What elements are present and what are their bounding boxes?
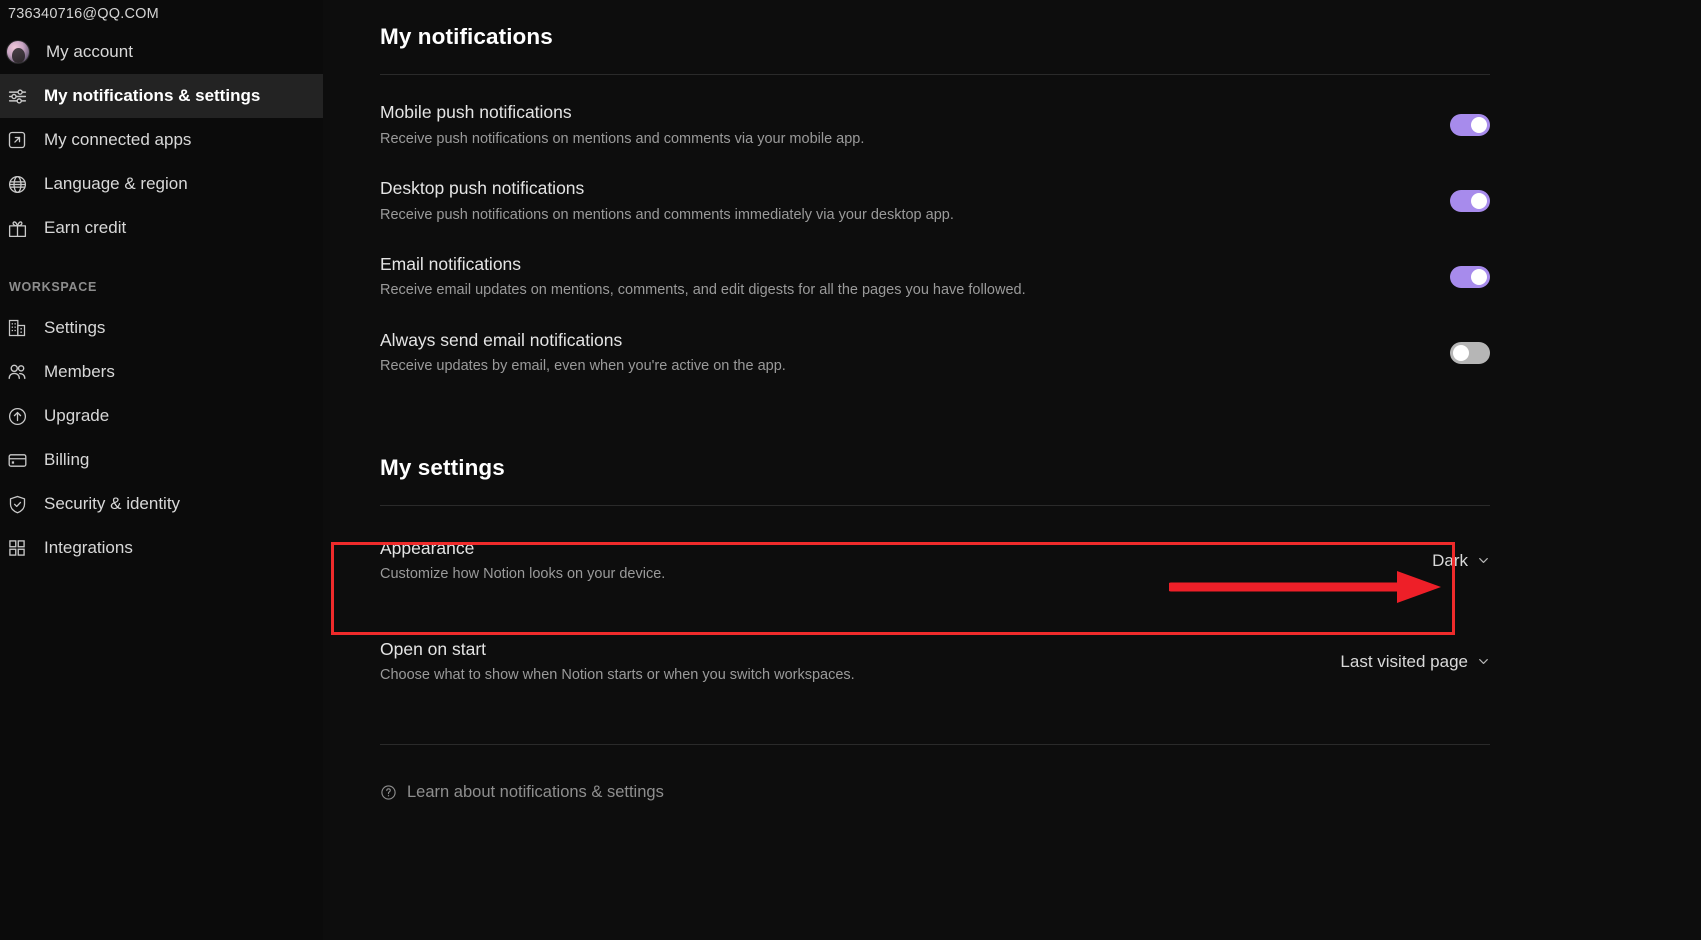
divider [380, 504, 1490, 506]
learn-about-notifications-link[interactable]: Learn about notifications & settings [380, 783, 664, 802]
setting-row-open-on-start: Open on start Choose what to show when N… [380, 638, 1490, 686]
sidebar-item-my-account[interactable]: My account [0, 30, 323, 74]
setting-title: Mobile push notifications [380, 102, 572, 122]
main-content: My notifications Mobile push notificatio… [323, 0, 1701, 940]
sidebar-item-earn-credit[interactable]: Earn credit [0, 206, 323, 250]
sidebar-item-label: Earn credit [44, 218, 127, 237]
sidebar-item-label: Settings [44, 318, 106, 337]
toggle-knob [1471, 268, 1487, 285]
sliders-icon [6, 85, 28, 107]
toggle-knob [1471, 116, 1487, 133]
setting-title: Open on start [380, 638, 487, 659]
toggle-always-send-email-notifications[interactable] [1450, 341, 1490, 364]
footer-link-label: Learn about notifications & settings [407, 782, 664, 801]
toggle-mobile-push-notifications[interactable] [1450, 113, 1490, 136]
building-icon [6, 317, 28, 339]
sidebar-item-my-connected-apps[interactable]: My connected apps [0, 118, 323, 162]
setting-description: Receive push notifications on mentions a… [380, 130, 865, 147]
appearance-value: Dark [1432, 550, 1468, 570]
sidebar-section-workspace-label: WORKSPACE [9, 280, 98, 294]
sidebar-item-security-identity[interactable]: Security & identity [0, 482, 323, 526]
sidebar-item-my-notifications-settings[interactable]: My notifications & settings [0, 74, 323, 118]
avatar [6, 40, 30, 64]
row-text: Mobile push notifications Receive push n… [380, 101, 888, 149]
sidebar-item-label: Billing [44, 450, 90, 469]
open-on-start-dropdown[interactable]: Last visited page [1340, 652, 1490, 672]
page-title: My notifications [380, 24, 553, 49]
setting-title: Appearance [380, 537, 475, 558]
setting-title: Email notifications [380, 253, 522, 274]
row-text: Desktop push notifications Receive push … [380, 177, 978, 225]
setting-row-appearance: Appearance Customize how Notion looks on… [380, 537, 1490, 585]
shield-check-icon [6, 493, 28, 515]
setting-description: Customize how Notion looks on your devic… [380, 566, 666, 583]
row-text: Always send email notifications Receive … [380, 329, 810, 377]
grid-icon [6, 537, 28, 559]
row-text: Appearance Customize how Notion looks on… [380, 537, 689, 585]
setting-title: Desktop push notifications [380, 177, 585, 198]
section-title-my-settings: My settings [380, 454, 505, 480]
sidebar-item-settings[interactable]: Settings [0, 306, 323, 350]
sidebar: 736340716@QQ.COM My account My notificat… [0, 0, 323, 940]
settings-content: My notifications Mobile push notificatio… [380, 24, 1490, 802]
sidebar-item-label: Integrations [44, 538, 133, 557]
setting-description: Receive email updates on mentions, comme… [380, 282, 1026, 299]
globe-icon [6, 173, 28, 195]
sidebar-item-billing[interactable]: Billing [0, 438, 323, 482]
footer-divider [380, 743, 1490, 745]
setting-row-mobile-push-notifications: Mobile push notifications Receive push n… [380, 101, 1490, 149]
sidebar-item-language-region[interactable]: Language & region [0, 162, 323, 206]
chevron-down-icon [1479, 659, 1488, 665]
external-link-icon [6, 129, 28, 151]
setting-row-email-notifications: Email notifications Receive email update… [380, 253, 1490, 301]
sidebar-item-label: My notifications & settings [44, 86, 261, 105]
sidebar-item-label: Language & region [44, 174, 188, 193]
settings-window: 736340716@QQ.COM My account My notificat… [0, 0, 1701, 940]
sidebar-item-label: My connected apps [44, 130, 192, 149]
chevron-down-icon [1479, 558, 1488, 564]
open-on-start-value: Last visited page [1340, 651, 1468, 671]
sidebar-item-members[interactable]: Members [0, 350, 323, 394]
sidebar-item-integrations[interactable]: Integrations [0, 526, 323, 570]
toggle-knob [1471, 192, 1487, 209]
setting-title: Always send email notifications [380, 329, 623, 350]
setting-row-desktop-push-notifications: Desktop push notifications Receive push … [380, 177, 1490, 225]
sidebar-item-label: Members [44, 362, 115, 381]
setting-row-always-send-email-notifications: Always send email notifications Receive … [380, 329, 1490, 377]
divider [380, 74, 1490, 75]
row-text: Open on start Choose what to show when N… [380, 638, 879, 686]
question-circle-icon [381, 784, 396, 800]
setting-description: Choose what to show when Notion starts o… [380, 667, 855, 684]
appearance-dropdown[interactable]: Dark [1432, 551, 1490, 571]
people-icon [6, 361, 28, 383]
toggle-knob [1453, 344, 1469, 361]
sidebar-item-upgrade[interactable]: Upgrade [0, 394, 323, 438]
setting-description: Receive push notifications on mentions a… [380, 206, 954, 223]
toggle-email-notifications[interactable] [1450, 265, 1490, 288]
sidebar-item-label: Upgrade [44, 406, 110, 425]
sidebar-item-label: My account [46, 42, 133, 61]
row-text: Email notifications Receive email update… [380, 253, 1050, 301]
sidebar-item-label: Security & identity [44, 494, 181, 513]
account-email-label: 736340716@QQ.COM [8, 6, 159, 22]
arrow-up-circle-icon [6, 405, 28, 427]
gift-icon [6, 217, 28, 239]
credit-card-icon [6, 449, 28, 471]
toggle-desktop-push-notifications[interactable] [1450, 189, 1490, 212]
setting-description: Receive updates by email, even when you'… [380, 358, 786, 375]
